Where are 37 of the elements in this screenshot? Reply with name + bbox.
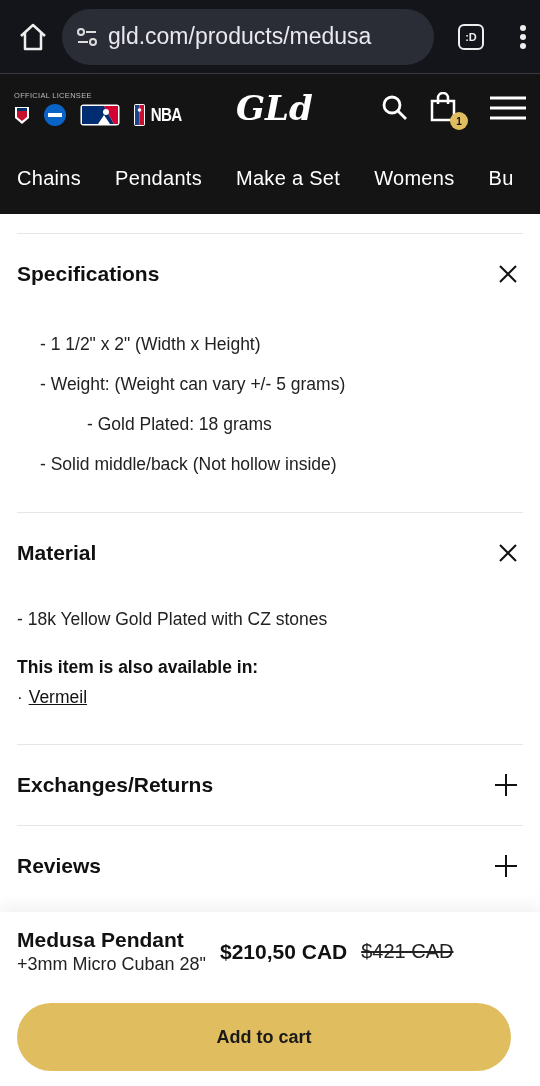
sale-price: $210,50 CAD bbox=[219, 939, 348, 964]
close-icon[interactable] bbox=[499, 265, 517, 283]
home-icon[interactable] bbox=[18, 22, 48, 51]
tab-switcher[interactable]: :D bbox=[458, 23, 484, 50]
nav-link[interactable]: Womens bbox=[374, 166, 455, 190]
menu-icon[interactable] bbox=[490, 96, 526, 120]
search-icon[interactable] bbox=[382, 95, 408, 121]
add-to-cart-button[interactable]: Add to cart bbox=[17, 1003, 511, 1071]
brand-logo[interactable]: GLd bbox=[236, 88, 382, 128]
spec-text: - Gold Plated: 18 grams bbox=[87, 413, 272, 435]
availability-label: This item is also available in: bbox=[17, 656, 260, 679]
site-settings-icon bbox=[76, 26, 98, 47]
bullet: · bbox=[17, 687, 23, 708]
spec-text: - Weight: (Weight can vary +/- 5 grams) bbox=[40, 373, 346, 395]
original-price: $421 CAD bbox=[361, 940, 454, 963]
url-bar[interactable]: gld.com/products/medusa bbox=[62, 8, 434, 65]
league-text: NBA bbox=[150, 103, 182, 126]
variant-link[interactable]: Vermeil bbox=[28, 687, 88, 708]
nav-link[interactable]: Pendants bbox=[115, 166, 202, 190]
spec-text: - Solid middle/back (Not hollow inside) bbox=[40, 453, 337, 475]
section-title[interactable]: Reviews bbox=[17, 854, 102, 878]
material-text: - 18k Yellow Gold Plated with CZ stones bbox=[17, 608, 329, 631]
plus-icon[interactable] bbox=[495, 855, 517, 877]
close-icon[interactable] bbox=[499, 544, 517, 562]
cart-count: 1 bbox=[450, 112, 468, 130]
section-title[interactable]: Specifications bbox=[17, 262, 160, 286]
nav-link[interactable]: Make a Set bbox=[236, 166, 341, 190]
cart-button[interactable]: 1 bbox=[430, 92, 468, 130]
section-title[interactable]: Material bbox=[17, 541, 97, 565]
nav-link[interactable]: Chains bbox=[17, 166, 82, 190]
section-title[interactable]: Exchanges/Returns bbox=[17, 773, 214, 797]
spec-text: - 1 1/2" x 2" (Width x Height) bbox=[40, 333, 261, 355]
plus-icon[interactable] bbox=[495, 774, 517, 796]
more-icon[interactable] bbox=[520, 24, 526, 49]
product-name: Medusa Pendant bbox=[17, 928, 185, 952]
product-variant: +3mm Micro Cuban 28" bbox=[17, 954, 206, 975]
nav-link[interactable]: Bu bbox=[488, 166, 514, 190]
